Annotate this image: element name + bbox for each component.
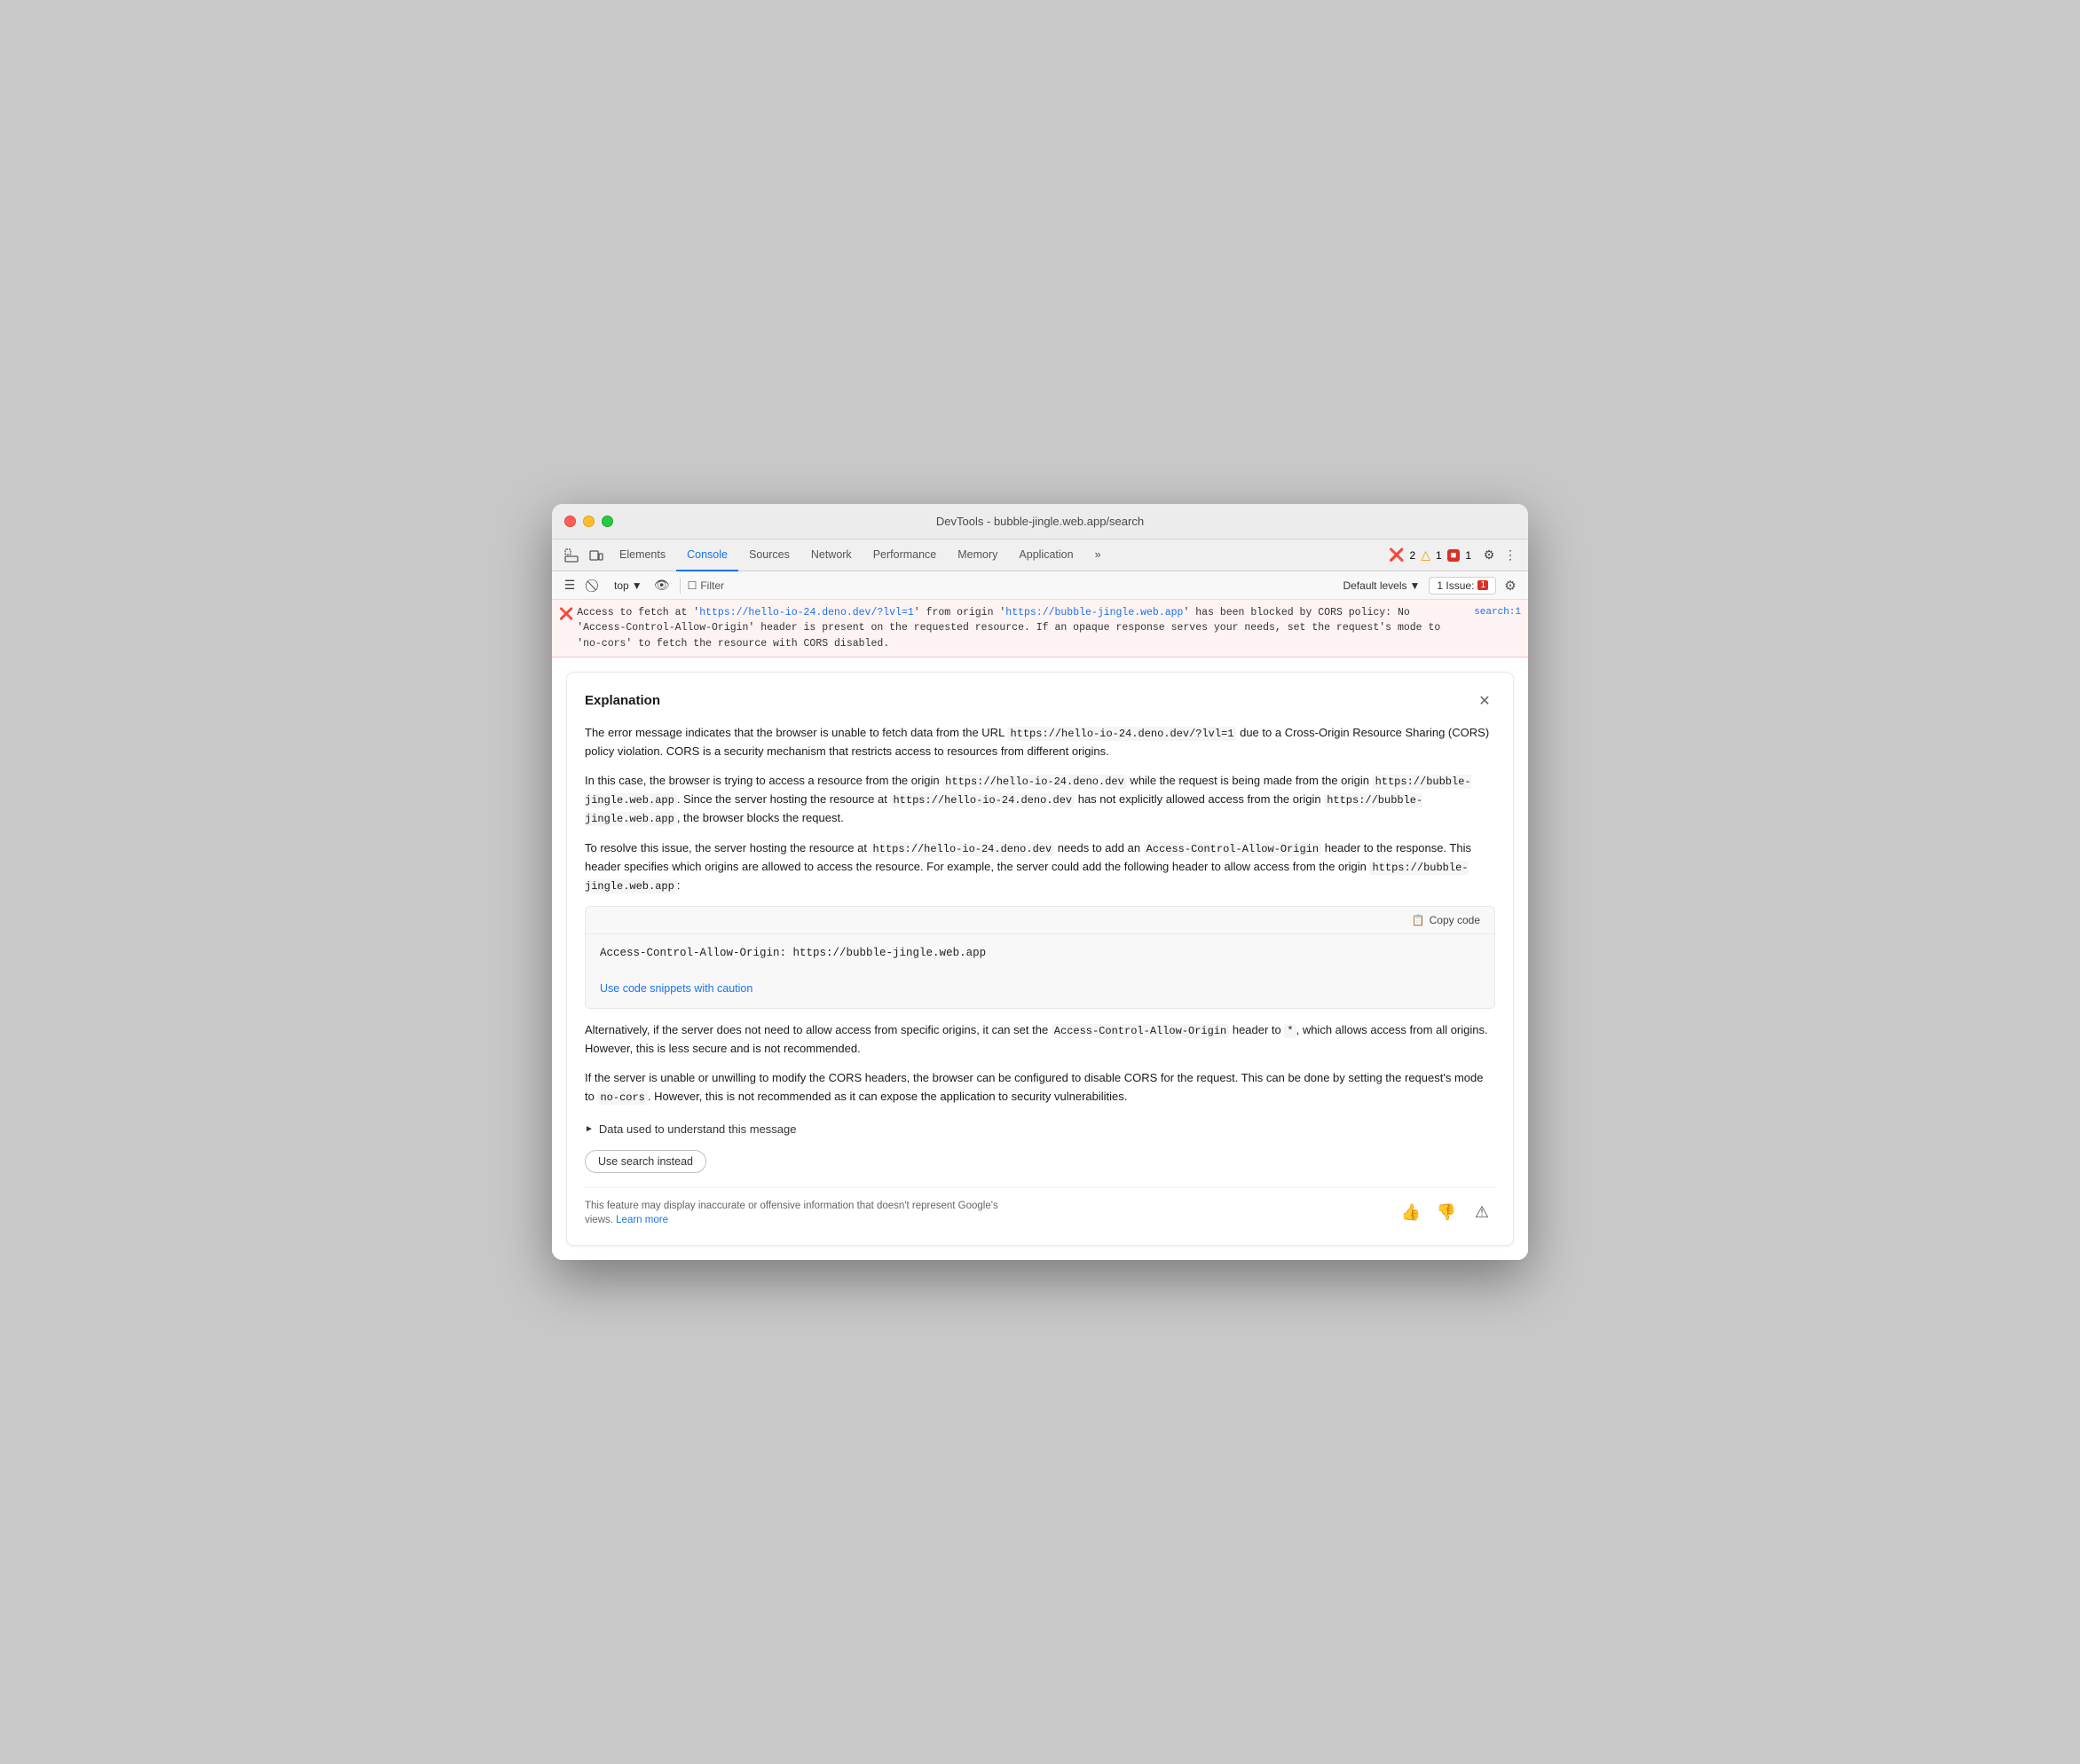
paragraph-2: In this case, the browser is trying to a… — [585, 772, 1495, 829]
levels-selector[interactable]: Default levels ▼ — [1337, 578, 1425, 594]
card-title: Explanation — [585, 693, 660, 708]
data-section: ► Data used to understand this message — [585, 1121, 1495, 1139]
tab-elements[interactable]: Elements — [609, 539, 676, 571]
device-toolbar-icon[interactable] — [584, 543, 609, 568]
paragraph-3: To resolve this issue, the server hostin… — [585, 839, 1495, 896]
tab-console[interactable]: Console — [676, 539, 738, 571]
eye-icon[interactable]: 👁 — [651, 575, 673, 596]
window-title: DevTools - bubble-jingle.web.app/search — [936, 515, 1144, 528]
error-text-block: Access to fetch at 'https://hello-io-24.… — [577, 605, 1463, 651]
issue-count: 1 — [1465, 549, 1471, 562]
tab-application[interactable]: Application — [1008, 539, 1083, 571]
more-options-icon[interactable]: ⋮ — [1500, 545, 1521, 566]
inspect-element-icon[interactable] — [559, 543, 584, 568]
thumbs-up-button[interactable]: 👍 — [1398, 1200, 1424, 1226]
close-button[interactable] — [564, 516, 576, 527]
clear-console-icon[interactable]: ⃠ — [584, 575, 605, 596]
thumbs-down-button[interactable]: 👎 — [1433, 1200, 1460, 1226]
error-text-before: Access to fetch at ' — [577, 607, 699, 618]
explanation-card: Explanation ✕ The error message indicate… — [566, 672, 1514, 1246]
issues-badge[interactable]: 1 Issue: 1 — [1429, 577, 1496, 595]
divider — [680, 578, 681, 594]
code-block-header: 📋 Copy code — [586, 907, 1494, 934]
caution-link[interactable]: Use code snippets with caution — [586, 973, 1494, 1008]
error-count: 2 — [1410, 549, 1416, 562]
report-button[interactable]: ⚠ — [1469, 1200, 1495, 1226]
context-selector[interactable]: top ▼ — [609, 578, 648, 594]
paragraph-1: The error message indicates that the bro… — [585, 724, 1495, 761]
code-snippet: Access-Control-Allow-Origin: https://bub… — [586, 934, 1494, 973]
issues-count-badge: 1 — [1477, 580, 1488, 590]
error-source-link[interactable]: search:1 — [1474, 605, 1521, 620]
footer-actions: 👍 👎 ⚠ — [1398, 1200, 1495, 1226]
error-url-link[interactable]: https://hello-io-24.deno.dev/?lvl=1 — [699, 607, 914, 618]
tab-sources[interactable]: Sources — [738, 539, 800, 571]
error-origin-link[interactable]: https://bubble-jingle.web.app — [1005, 607, 1183, 618]
error-banner: ❌ Access to fetch at 'https://hello-io-2… — [552, 600, 1528, 658]
filter-area: ☐ Filter — [688, 579, 1335, 592]
use-search-button[interactable]: Use search instead — [585, 1150, 706, 1173]
error-badges: ❌ 2 △ 1 ■ 1 — [1389, 547, 1471, 563]
card-header: Explanation ✕ — [585, 690, 1495, 712]
issue-badge: ■ — [1447, 549, 1461, 562]
close-card-button[interactable]: ✕ — [1474, 690, 1495, 712]
maximize-button[interactable] — [602, 516, 613, 527]
console-toolbar: ☰ ⃠ top ▼ 👁 ☐ Filter Default levels ▼ 1 … — [552, 571, 1528, 600]
copy-icon: 📋 — [1412, 914, 1425, 926]
paragraph-5: If the server is unable or unwilling to … — [585, 1069, 1495, 1106]
card-footer: This feature may display inaccurate or o… — [585, 1187, 1495, 1227]
console-content: ❌ Access to fetch at 'https://hello-io-2… — [552, 600, 1528, 1260]
chevron-down-icon: ▼ — [632, 579, 642, 592]
copy-code-button[interactable]: 📋 Copy code — [1406, 912, 1485, 928]
footer-text: This feature may display inaccurate or o… — [585, 1199, 1028, 1227]
traffic-lights — [564, 516, 613, 527]
settings-icon[interactable]: ⚙ — [1478, 545, 1500, 566]
error-circle-icon: ❌ — [1389, 547, 1404, 563]
error-icon: ❌ — [559, 606, 573, 624]
tab-more[interactable]: » — [1084, 539, 1112, 571]
issues-label: 1 Issue: — [1437, 579, 1474, 592]
devtools-window: DevTools - bubble-jingle.web.app/search … — [552, 504, 1528, 1260]
warning-count: 1 — [1436, 549, 1442, 562]
data-toggle[interactable]: ► Data used to understand this message — [585, 1121, 1495, 1139]
filter-icon: ☐ — [688, 579, 697, 592]
card-body: The error message indicates that the bro… — [585, 724, 1495, 1187]
code-block: 📋 Copy code Access-Control-Allow-Origin:… — [585, 906, 1495, 1009]
console-settings-icon[interactable]: ⚙ — [1500, 575, 1521, 596]
tabbar: Elements Console Sources Network Perform… — [552, 539, 1528, 571]
warning-icon: △ — [1421, 547, 1430, 563]
minimize-button[interactable] — [583, 516, 595, 527]
error-text-middle: ' from origin ' — [914, 607, 1006, 618]
learn-more-link[interactable]: Learn more — [616, 1215, 668, 1225]
tab-performance[interactable]: Performance — [863, 539, 948, 571]
paragraph-4: Alternatively, if the server does not ne… — [585, 1021, 1495, 1059]
tab-network[interactable]: Network — [800, 539, 863, 571]
sidebar-toggle-icon[interactable]: ☰ — [559, 575, 580, 596]
tab-memory[interactable]: Memory — [947, 539, 1008, 571]
chevron-down-icon-levels: ▼ — [1410, 579, 1421, 592]
arrow-icon: ► — [585, 1122, 594, 1137]
titlebar: DevTools - bubble-jingle.web.app/search — [552, 504, 1528, 539]
